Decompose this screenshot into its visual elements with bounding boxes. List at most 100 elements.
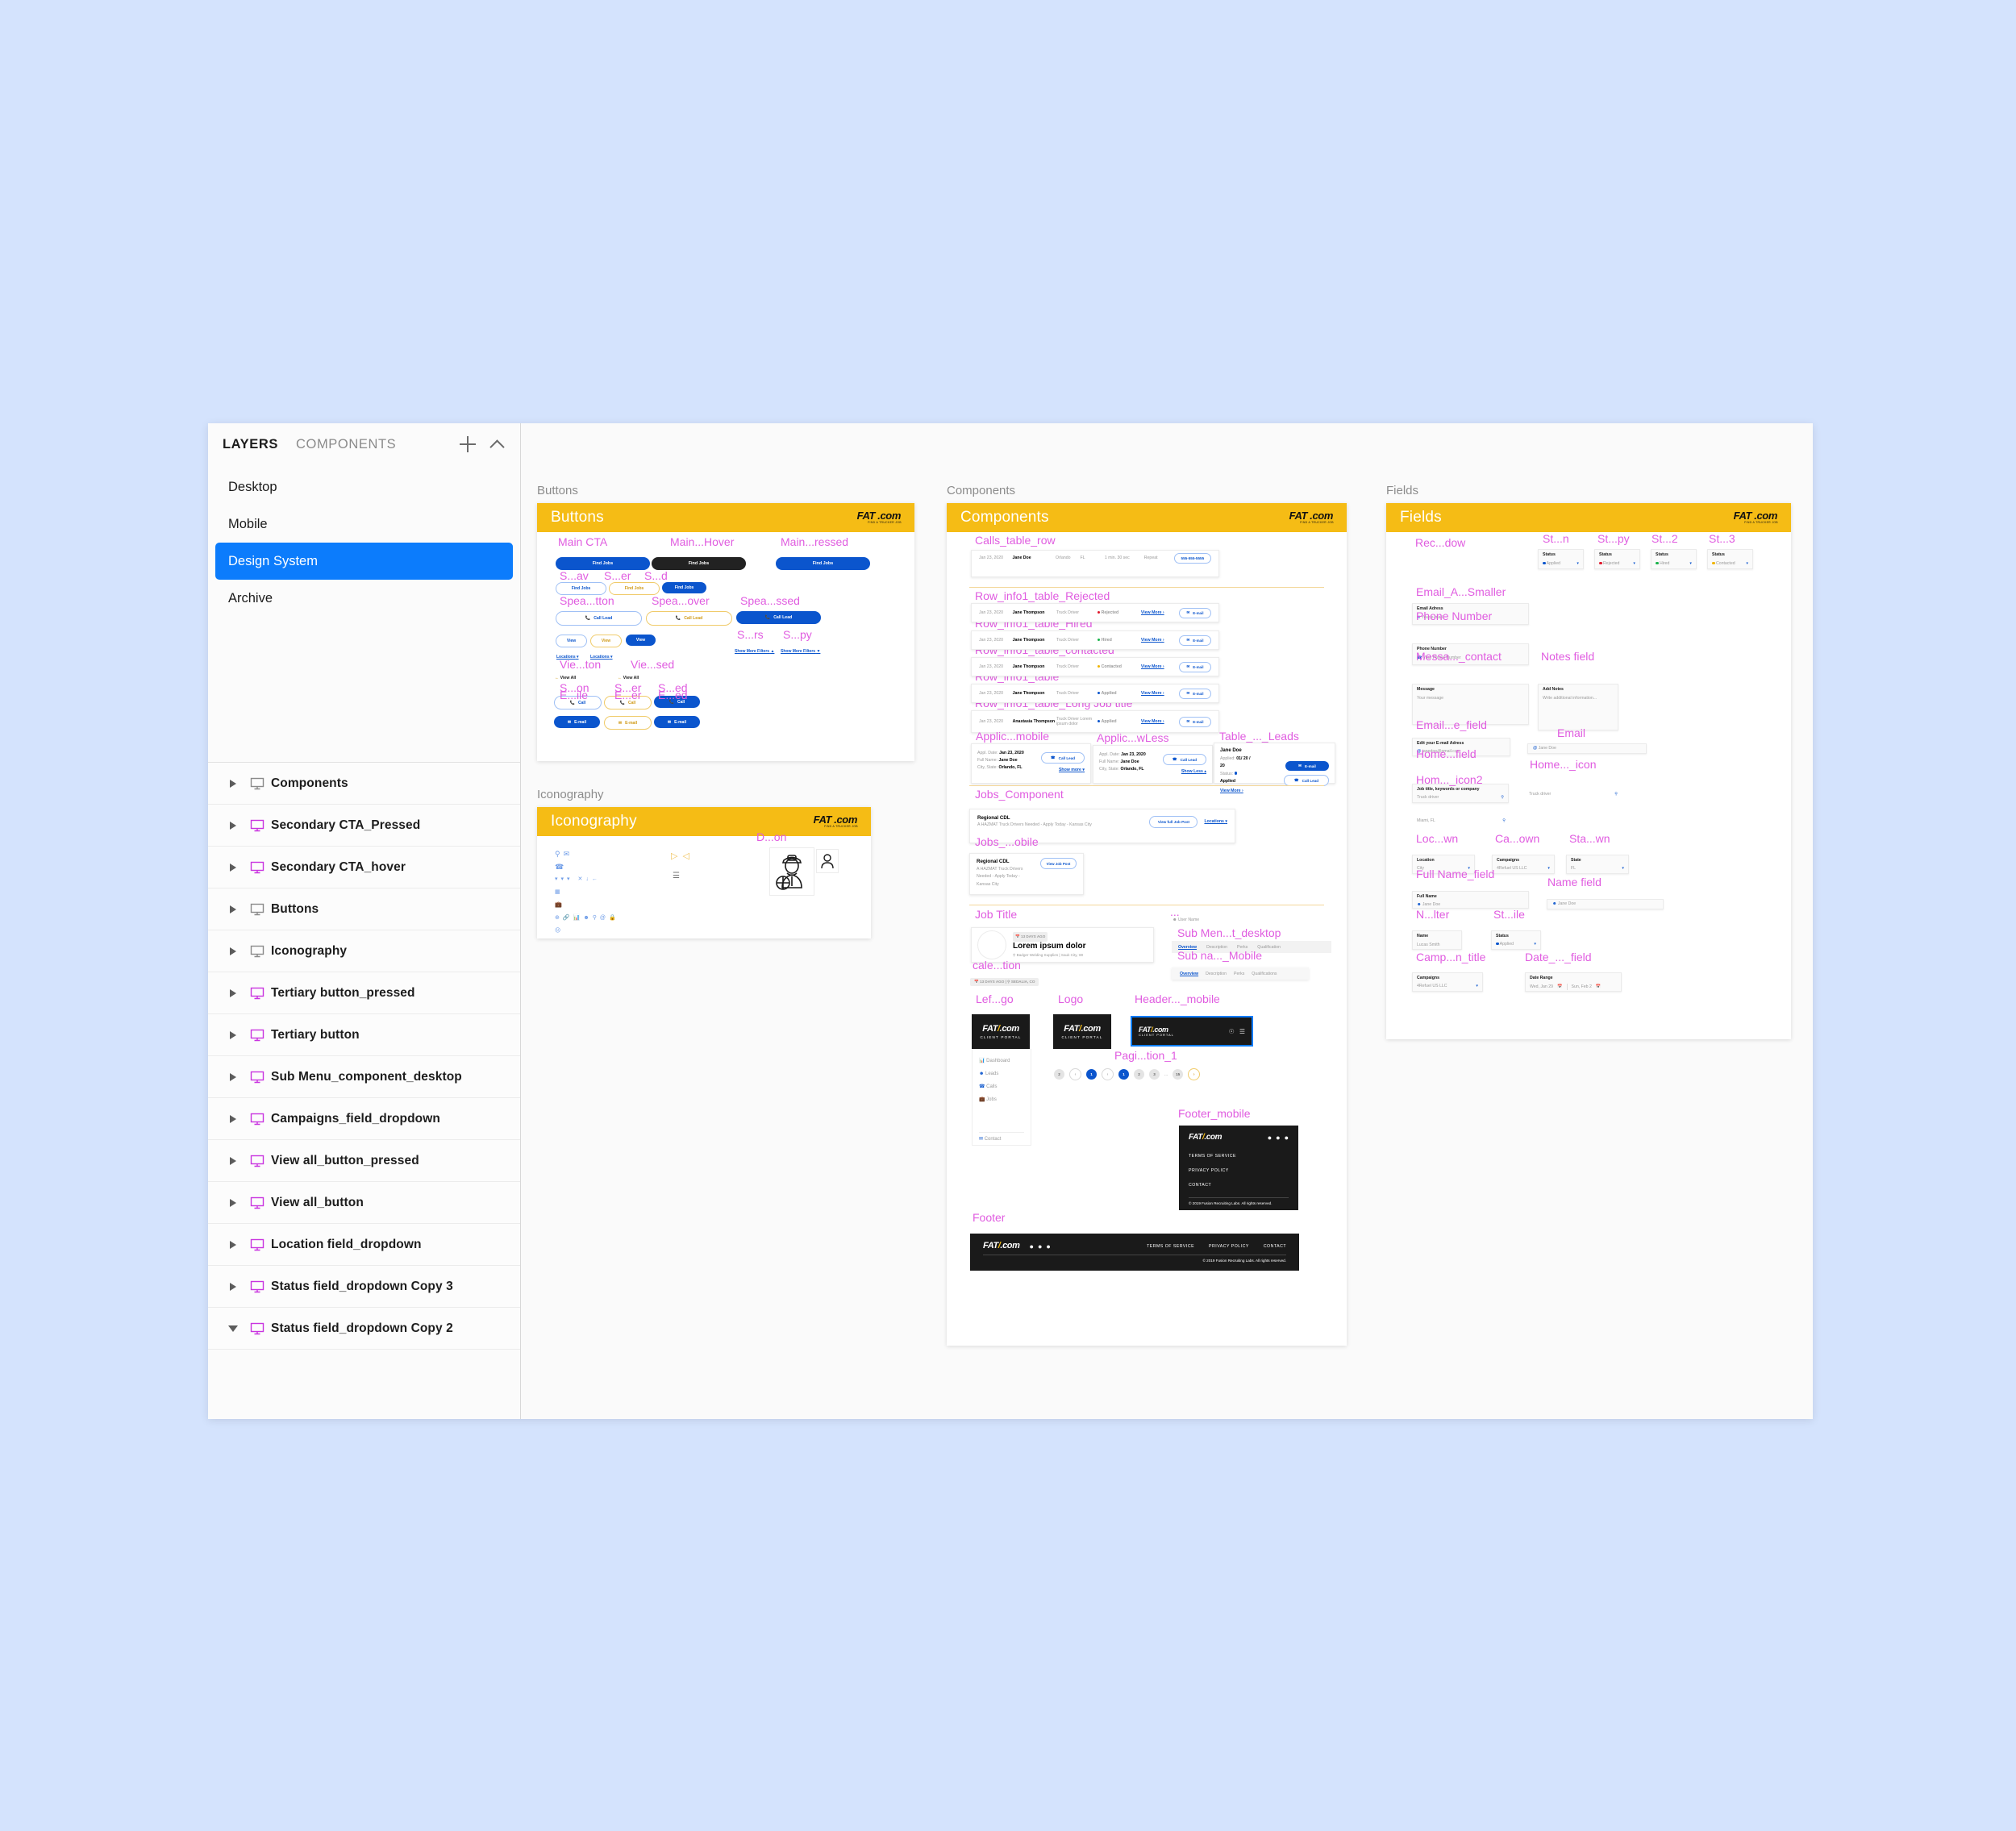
caret-right-icon[interactable] bbox=[223, 1156, 244, 1165]
pagination-page-3[interactable]: 3 bbox=[1149, 1069, 1160, 1080]
home-location-field[interactable]: Miami, FL ⚲ bbox=[1417, 818, 1506, 823]
status-dropdown[interactable]: Status Rejected ▾ bbox=[1594, 549, 1640, 569]
submenu-tab-perks[interactable]: Perks bbox=[1234, 972, 1244, 976]
view-all-button[interactable]: ← View All bbox=[555, 676, 576, 680]
caret-down-icon[interactable] bbox=[223, 1325, 244, 1332]
page-item-archive[interactable]: Archive bbox=[215, 580, 513, 617]
tab-components[interactable]: COMPONENTS bbox=[296, 437, 396, 452]
footer-link-terms[interactable]: TERMS OF SERVICE bbox=[1147, 1244, 1194, 1249]
pagination-active-b[interactable]: 1 bbox=[1118, 1069, 1129, 1080]
notes-field[interactable]: Add Notes Write additional information..… bbox=[1538, 684, 1618, 730]
secondary-button[interactable]: Find Jobs bbox=[556, 582, 606, 595]
twitter-icon[interactable]: ● bbox=[1268, 1134, 1272, 1142]
pagination-prev-num[interactable]: 2 bbox=[1054, 1069, 1064, 1080]
layer-row[interactable]: Secondary CTA_hover bbox=[208, 847, 520, 888]
main-cta-hover-button[interactable]: Find Jobs bbox=[652, 557, 746, 570]
caret-right-icon[interactable] bbox=[223, 1282, 244, 1291]
caret-right-icon[interactable] bbox=[223, 1030, 244, 1039]
home-search-field[interactable]: Job title, keywords or company Truck dri… bbox=[1412, 784, 1509, 803]
layer-row[interactable]: Campaigns_field_dropdown bbox=[208, 1098, 520, 1140]
design-canvas[interactable]: Buttons Buttons FAT/.com FIND A TRUCKER … bbox=[521, 423, 1813, 1419]
submenu-tab-description[interactable]: Description bbox=[1206, 972, 1227, 976]
linkedin-icon[interactable]: ● bbox=[1285, 1134, 1289, 1142]
layer-row[interactable]: View all_button_pressed bbox=[208, 1140, 520, 1182]
email-button[interactable]: ✉ E-mail bbox=[1178, 635, 1211, 646]
left-nav-panel[interactable]: 📊 Dashboard ☻ Leads ☎ Calls 💼 Jobs ✉ Con… bbox=[972, 1049, 1031, 1146]
applicant-card-mobile[interactable]: Appl. Date: Jan 23, 2020 Full Name: Jane… bbox=[971, 743, 1091, 784]
pagination-active-a[interactable]: 1 bbox=[1086, 1069, 1097, 1080]
pagination-page-2[interactable]: 2 bbox=[1134, 1069, 1144, 1080]
show-more-toggle[interactable]: Show more ▾ bbox=[1041, 768, 1085, 772]
chevron-down-icon[interactable]: ▾ bbox=[1689, 561, 1692, 566]
page-item-desktop[interactable]: Desktop bbox=[215, 468, 513, 506]
view-more-link[interactable]: View More › bbox=[1141, 664, 1179, 669]
chevron-down-icon[interactable]: ▾ bbox=[1534, 942, 1536, 947]
caret-right-icon[interactable] bbox=[223, 947, 244, 955]
frame-iconography[interactable]: Iconography Iconography FAT/.com FIND A … bbox=[537, 788, 876, 938]
email-button[interactable]: ✉ E-mail bbox=[1285, 761, 1329, 771]
footer-desktop[interactable]: FAT/.com ● ● ● TERMS OF SERVICE PRIVACY PO… bbox=[970, 1234, 1299, 1271]
caret-right-icon[interactable] bbox=[223, 1240, 244, 1249]
chevron-down-icon[interactable]: ▾ bbox=[1633, 561, 1635, 566]
view-more-link[interactable]: View More › bbox=[1141, 638, 1179, 643]
caret-right-icon[interactable] bbox=[223, 779, 244, 788]
secondary-button-hover[interactable]: Find Jobs bbox=[609, 582, 660, 595]
call-lead-button-hover[interactable]: 📞 Call Lead bbox=[646, 611, 732, 626]
plus-icon[interactable] bbox=[459, 435, 477, 453]
show-less-toggle[interactable]: Show Less ▴ bbox=[1163, 769, 1206, 774]
email-button[interactable]: ✉ E-mail bbox=[1178, 661, 1211, 672]
view-job-post-button[interactable]: View Job Post bbox=[1040, 858, 1077, 869]
facebook-icon[interactable]: ● bbox=[1276, 1134, 1280, 1142]
layer-row[interactable]: Location field_dropdown bbox=[208, 1224, 520, 1266]
home-search-icon-field[interactable]: Truck driver ⚲ bbox=[1529, 792, 1618, 797]
layer-row[interactable]: Tertiary button bbox=[208, 1014, 520, 1056]
footer-mobile[interactable]: FAT/.com ● ● ● TERMS OF SERVICE PRIVACY PO… bbox=[1179, 1126, 1298, 1210]
chevron-down-icon[interactable]: ▾ bbox=[1547, 866, 1550, 871]
pagination-page-15[interactable]: 15 bbox=[1173, 1069, 1184, 1080]
page-item-mobile[interactable]: Mobile bbox=[215, 506, 513, 543]
calls-table-row[interactable]: Jan 23, 2020 Jane Doe Orlando FL 1 min. … bbox=[971, 550, 1219, 577]
call-lead-button[interactable]: ☎ Call Lead bbox=[1163, 754, 1206, 765]
frame-buttons[interactable]: Buttons Buttons FAT/.com FIND A TRUCKER … bbox=[537, 484, 916, 761]
submenu-tab-qualifications[interactable]: Qualifications bbox=[1252, 972, 1277, 976]
hamburger-icon[interactable]: ☰ bbox=[1239, 1028, 1245, 1035]
view-more-link[interactable]: View More › bbox=[1141, 610, 1179, 615]
nav-item-dashboard[interactable]: 📊 Dashboard bbox=[979, 1055, 1031, 1067]
call-lead-button[interactable]: ☎ Call Lead bbox=[1284, 775, 1329, 786]
status-dropdown[interactable]: Status Hired ▾ bbox=[1651, 549, 1697, 569]
pagination-next-icon[interactable]: › bbox=[1188, 1068, 1201, 1080]
calendar-icon[interactable]: 📅 bbox=[1557, 984, 1562, 989]
layer-row[interactable]: Secondary CTA_Pressed bbox=[208, 805, 520, 847]
view-all-button-pressed[interactable]: ← View All bbox=[618, 676, 639, 680]
name-plain-field[interactable]: ☻ Jane Doe bbox=[1547, 899, 1664, 909]
linkedin-icon[interactable]: ● bbox=[1046, 1242, 1050, 1250]
chevron-down-icon[interactable]: ▾ bbox=[1622, 866, 1624, 871]
layer-row[interactable]: Components bbox=[208, 763, 520, 805]
layer-row[interactable]: View all_button bbox=[208, 1182, 520, 1224]
email-button[interactable]: ✉ E-mail bbox=[1178, 688, 1211, 699]
chevron-down-icon[interactable]: ▾ bbox=[1476, 984, 1478, 988]
layer-row[interactable]: Tertiary button_pressed bbox=[208, 972, 520, 1014]
email-button[interactable]: ✉ E-mail bbox=[1178, 607, 1211, 618]
table-leads-card[interactable]: Jane Doe Applied: 01/ 20 / 20 Status: Ap… bbox=[1214, 743, 1335, 793]
view-button[interactable]: View bbox=[556, 635, 587, 647]
campaigns-dropdown[interactable]: Campaigns 4Refuel US LLC ▾ bbox=[1492, 855, 1555, 874]
caret-right-icon[interactable] bbox=[223, 1198, 244, 1207]
campaign-title-field[interactable]: Campaigns 4Refuel US LLC ▾ bbox=[1412, 972, 1483, 992]
main-cta-button[interactable]: Find Jobs bbox=[556, 557, 650, 570]
status-dropdown[interactable]: Status Applied ▾ bbox=[1538, 549, 1584, 569]
nav-item-contact[interactable]: ✉ Contact bbox=[979, 1132, 1024, 1142]
applicant-card-showless[interactable]: Appl. Date: Jan 23, 2020 Full Name: Jane… bbox=[1093, 745, 1213, 784]
email-button-pressed[interactable]: ✉ E-mail bbox=[654, 716, 700, 728]
account-icon[interactable]: ☉ bbox=[1229, 1028, 1235, 1035]
jobs-component-mobile[interactable]: Regional CDL A HAZMAT Truck Drivers Need… bbox=[969, 853, 1084, 895]
nav-item-jobs[interactable]: 💼 Jobs bbox=[979, 1093, 1031, 1106]
caret-right-icon[interactable] bbox=[223, 821, 244, 830]
view-button-hover[interactable]: View bbox=[590, 635, 622, 647]
call-lead-button-pressed[interactable]: 📞 Call Lead bbox=[736, 611, 821, 624]
layer-row[interactable]: Buttons bbox=[208, 888, 520, 930]
header-mobile[interactable]: FAT/.com CLIENT PORTAL ☉ ☰ bbox=[1131, 1016, 1253, 1047]
calendar-icon[interactable]: 📅 bbox=[1596, 984, 1601, 989]
state-dropdown[interactable]: State FL ▾ bbox=[1566, 855, 1629, 874]
nav-item-calls[interactable]: ☎ Calls bbox=[979, 1080, 1031, 1093]
